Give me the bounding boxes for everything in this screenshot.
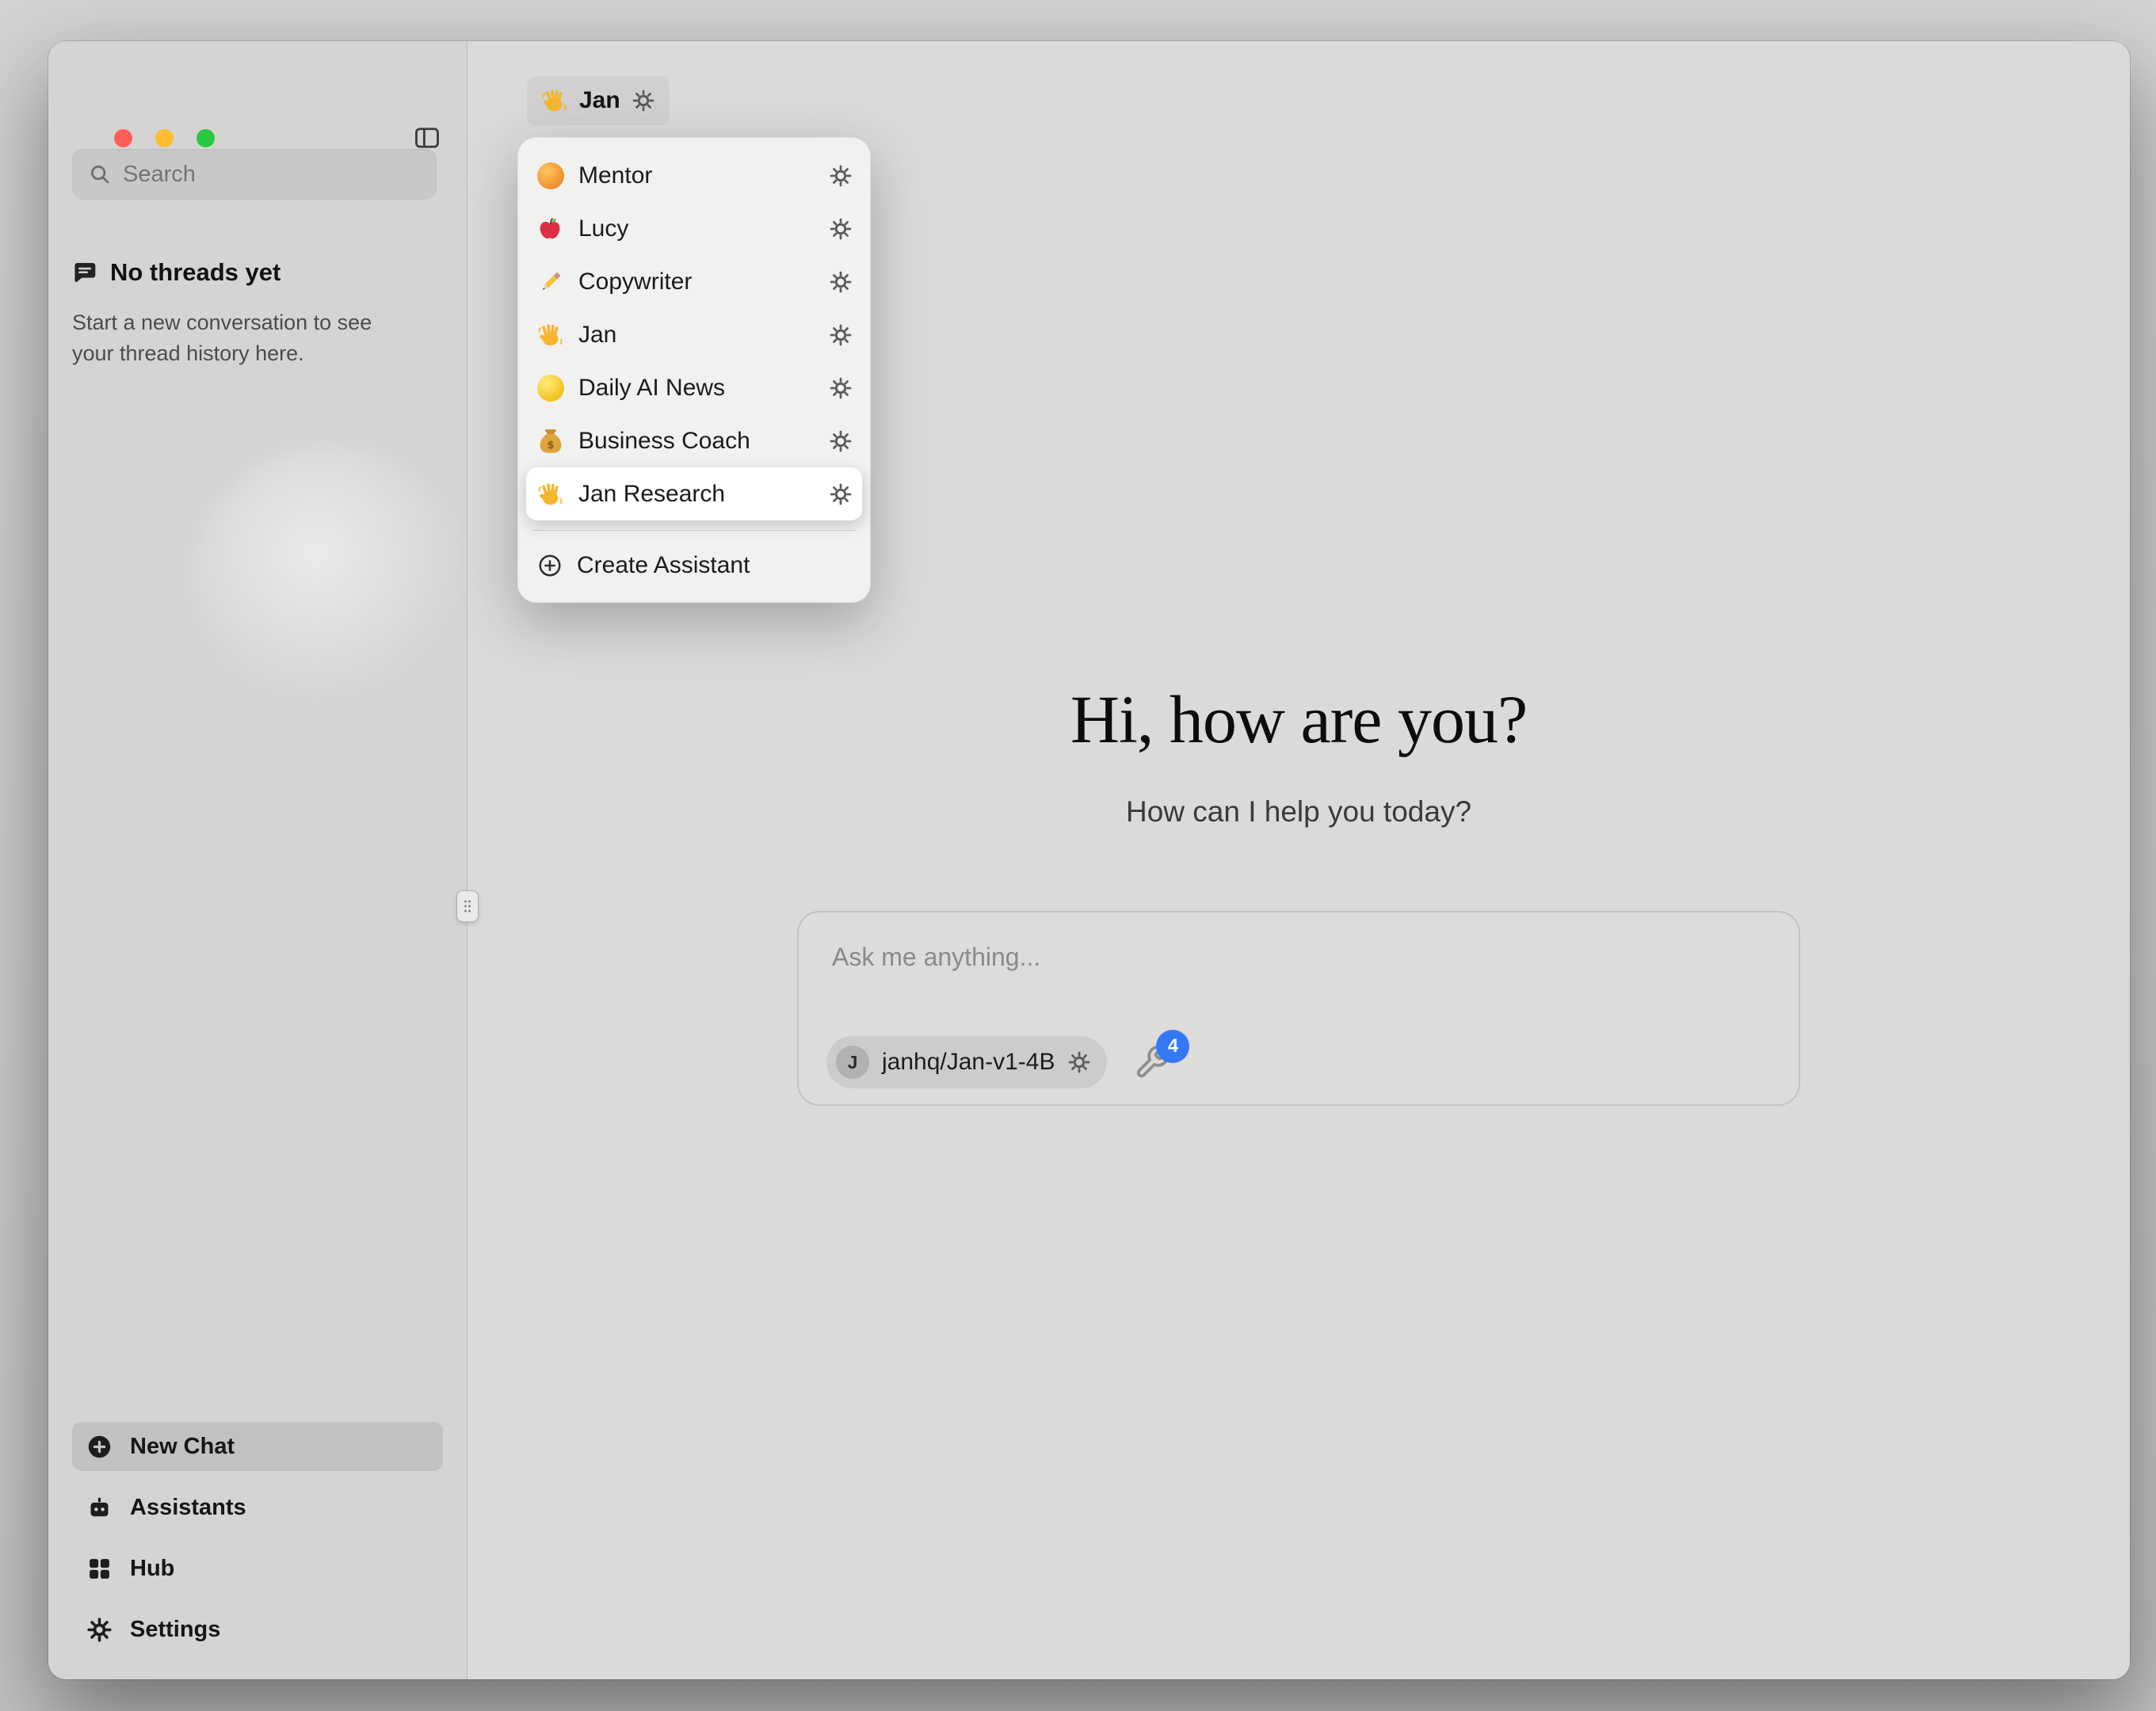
- app-window: No threads yet Start a new conversation …: [48, 41, 2130, 1679]
- menu-item-business-coach[interactable]: $ Business Coach: [526, 414, 862, 467]
- empty-state-header: No threads yet: [72, 258, 280, 287]
- wave-hand-icon: [537, 481, 564, 508]
- assistant-settings-icon[interactable]: [829, 217, 853, 241]
- current-assistant-name: Jan: [579, 87, 620, 114]
- assistant-menu: Mentor Lucy: [517, 137, 871, 603]
- menu-item-label: Mentor: [578, 162, 815, 189]
- menu-item-label: Copywriter: [578, 269, 815, 295]
- create-assistant-label: Create Assistant: [577, 552, 750, 579]
- pencil-icon: [537, 269, 564, 295]
- grip-dots-icon: [462, 898, 473, 914]
- plus-circle-filled-icon: [86, 1434, 113, 1460]
- settings-gear-icon: [86, 1617, 113, 1643]
- sidebar-item-assistants[interactable]: Assistants: [72, 1483, 443, 1532]
- model-name: janhq/Jan-v1-4B: [882, 1049, 1055, 1076]
- assistant-settings-icon[interactable]: [829, 482, 853, 506]
- menu-item-label: Business Coach: [578, 428, 815, 455]
- minimize-window-button[interactable]: [155, 129, 174, 147]
- wave-hand-icon: [537, 322, 564, 349]
- menu-item-label: Daily AI News: [578, 375, 815, 402]
- greeting-subtitle: How can I help you today?: [467, 795, 2130, 829]
- menu-item-copywriter[interactable]: Copywriter: [526, 255, 862, 308]
- model-settings-icon[interactable]: [1067, 1050, 1091, 1074]
- menu-divider: [532, 530, 856, 531]
- assistants-robot-icon: [86, 1495, 113, 1521]
- model-avatar: J: [836, 1046, 869, 1079]
- new-chat-label: New Chat: [130, 1434, 235, 1460]
- main-area: Jan Mentor: [467, 41, 2130, 1679]
- menu-item-mentor[interactable]: Mentor: [526, 149, 862, 202]
- assistant-settings-icon[interactable]: [829, 164, 853, 188]
- greeting-title: Hi, how are you?: [467, 680, 2130, 759]
- settings-label: Settings: [130, 1617, 220, 1643]
- orange-circle-icon: [537, 162, 564, 189]
- close-window-button[interactable]: [114, 129, 132, 147]
- sidebar-toggle-icon[interactable]: [413, 124, 441, 152]
- plus-circle-icon: [537, 553, 563, 578]
- background-blob: [191, 445, 468, 715]
- menu-item-label: Jan Research: [578, 481, 815, 508]
- apple-icon: [537, 215, 564, 242]
- hub-blocks-icon: [86, 1556, 113, 1582]
- sidebar-resize-handle[interactable]: [456, 890, 479, 922]
- tools-count-badge: 4: [1156, 1030, 1189, 1063]
- assistants-label: Assistants: [130, 1495, 246, 1521]
- zoom-window-button[interactable]: [197, 129, 215, 147]
- wave-hand-icon: [541, 87, 568, 114]
- chat-composer: J janhq/Jan-v1-4B 4: [797, 911, 1800, 1106]
- create-assistant-button[interactable]: Create Assistant: [526, 540, 862, 591]
- assistant-switcher-button[interactable]: Jan: [527, 76, 670, 125]
- empty-state-description: Start a new conversation to see your thr…: [72, 307, 419, 369]
- assistant-settings-icon[interactable]: [829, 429, 853, 453]
- tools-button[interactable]: 4: [1134, 1044, 1170, 1080]
- menu-item-label: Lucy: [578, 215, 815, 242]
- assistant-settings-icon[interactable]: [829, 323, 853, 347]
- svg-text:$: $: [547, 439, 554, 451]
- empty-state-title: No threads yet: [110, 258, 280, 287]
- menu-item-jan-research[interactable]: Jan Research: [526, 467, 862, 520]
- sidebar-item-settings[interactable]: Settings: [72, 1605, 443, 1654]
- message-input[interactable]: [832, 932, 1767, 982]
- assistant-settings-icon[interactable]: [829, 376, 853, 400]
- chat-bubble-icon: [72, 260, 97, 285]
- sidebar-item-hub[interactable]: Hub: [72, 1544, 443, 1593]
- assistant-settings-icon[interactable]: [829, 270, 853, 294]
- assistant-settings-icon[interactable]: [632, 89, 655, 112]
- menu-item-lucy[interactable]: Lucy: [526, 202, 862, 255]
- sidebar: No threads yet Start a new conversation …: [48, 41, 467, 1679]
- menu-item-jan[interactable]: Jan: [526, 308, 862, 361]
- money-bag-icon: $: [537, 428, 564, 455]
- hub-label: Hub: [130, 1556, 174, 1582]
- menu-item-label: Jan: [578, 322, 815, 349]
- menu-item-daily-ai-news[interactable]: Daily AI News: [526, 361, 862, 414]
- new-chat-button[interactable]: New Chat: [72, 1422, 443, 1471]
- model-selector-button[interactable]: J janhq/Jan-v1-4B: [826, 1036, 1107, 1088]
- composer-toolbar: J janhq/Jan-v1-4B 4: [826, 1036, 1170, 1088]
- search-input[interactable]: [72, 149, 437, 200]
- search-field-wrap: [72, 149, 437, 200]
- yellow-circle-icon: [537, 375, 564, 402]
